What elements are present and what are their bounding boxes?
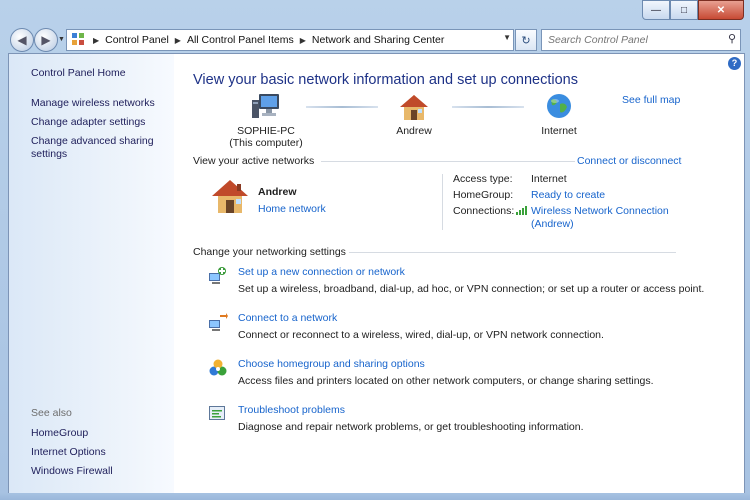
sidebar-manage-wireless[interactable]: Manage wireless networks bbox=[31, 97, 155, 110]
connect-to-network-link[interactable]: Connect to a network bbox=[238, 312, 337, 324]
sidebar-advanced-sharing[interactable]: Change advanced sharing settings bbox=[31, 135, 161, 161]
minimize-icon: — bbox=[651, 4, 661, 16]
minimize-button[interactable]: — bbox=[642, 0, 670, 20]
homegroup-ready-link[interactable]: Ready to create bbox=[531, 189, 605, 202]
content-area: Control Panel Home Manage wireless netwo… bbox=[8, 53, 745, 495]
back-arrow-icon: ◀ bbox=[17, 33, 27, 47]
main-panel: ? View your basic network information an… bbox=[174, 54, 744, 494]
address-dropdown-icon[interactable]: ▼ bbox=[503, 33, 511, 42]
control-panel-icon bbox=[71, 32, 85, 49]
troubleshoot-desc: Diagnose and repair network problems, or… bbox=[238, 421, 584, 433]
connect-to-network-desc: Connect or reconnect to a wireless, wire… bbox=[238, 329, 604, 341]
access-type-value: Internet bbox=[531, 173, 567, 185]
network-type-link[interactable]: Home network bbox=[258, 203, 326, 215]
window-bottom-border bbox=[0, 493, 750, 500]
breadcrumb-control-panel[interactable]: Control Panel bbox=[99, 34, 175, 46]
refresh-icon: ↻ bbox=[521, 34, 531, 47]
globe-icon bbox=[543, 92, 575, 122]
help-button[interactable]: ? bbox=[728, 57, 741, 70]
computer-subtitle: (This computer) bbox=[229, 137, 303, 149]
internet-label: Internet bbox=[541, 125, 577, 137]
network-name: Andrew bbox=[396, 125, 432, 137]
recent-pages-dropdown[interactable]: ▼ bbox=[58, 36, 65, 43]
access-type-label: Access type: bbox=[453, 173, 513, 185]
sidebar-change-adapter[interactable]: Change adapter settings bbox=[31, 116, 145, 129]
vertical-divider bbox=[442, 174, 443, 230]
back-button[interactable]: ◀ bbox=[10, 28, 34, 52]
see-full-map-link[interactable]: See full map bbox=[622, 94, 680, 106]
troubleshoot-link[interactable]: Troubleshoot problems bbox=[238, 404, 345, 416]
page-title: View your basic network information and … bbox=[193, 72, 579, 88]
sidebar-internet-options[interactable]: Internet Options bbox=[31, 446, 106, 459]
map-connector bbox=[452, 106, 524, 108]
sidebar-windows-firewall[interactable]: Windows Firewall bbox=[31, 465, 113, 478]
connection-name: Wireless Network Connection bbox=[531, 205, 669, 217]
sidebar: Control Panel Home Manage wireless netwo… bbox=[9, 54, 174, 494]
computer-icon bbox=[250, 92, 282, 122]
active-network-name: Andrew bbox=[258, 186, 297, 198]
connect-network-icon bbox=[208, 312, 228, 332]
breadcrumb-all-items[interactable]: All Control Panel Items bbox=[181, 34, 300, 46]
window-controls: — □ ✕ bbox=[642, 0, 744, 20]
refresh-button[interactable]: ↻ bbox=[515, 29, 537, 51]
sidebar-control-panel-home[interactable]: Control Panel Home bbox=[31, 67, 126, 80]
connection-ssid: (Andrew) bbox=[531, 217, 574, 230]
close-button[interactable]: ✕ bbox=[698, 0, 744, 20]
breadcrumb-network-sharing[interactable]: Network and Sharing Center bbox=[306, 34, 451, 46]
section-divider bbox=[321, 161, 575, 162]
sidebar-homegroup[interactable]: HomeGroup bbox=[31, 427, 88, 440]
map-node-network[interactable]: Andrew bbox=[374, 92, 454, 137]
forward-arrow-icon: ▶ bbox=[41, 33, 51, 47]
homegroup-icon bbox=[208, 358, 228, 378]
forward-button[interactable]: ▶ bbox=[34, 28, 58, 52]
homegroup-sharing-desc: Access files and printers located on oth… bbox=[238, 375, 654, 387]
window-frame: — □ ✕ ◀ ▶ ▼ ▶ Control Panel ▶ All Contro… bbox=[0, 0, 750, 500]
map-node-computer[interactable]: SOPHIE-PC (This computer) bbox=[226, 92, 306, 149]
maximize-button[interactable]: □ bbox=[670, 0, 698, 20]
address-bar[interactable]: ▶ Control Panel ▶ All Control Panel Item… bbox=[66, 29, 514, 51]
search-box: ⚲ bbox=[541, 29, 741, 51]
new-connection-icon bbox=[208, 266, 228, 286]
set-up-connection-desc: Set up a wireless, broadband, dial-up, a… bbox=[238, 283, 705, 295]
section-divider bbox=[349, 252, 676, 253]
connect-disconnect-link[interactable]: Connect or disconnect bbox=[577, 155, 681, 167]
wireless-connection-link[interactable]: Wireless Network Connection (Andrew) bbox=[531, 205, 669, 230]
see-also-label: See also bbox=[31, 407, 72, 419]
settings-heading: Change your networking settings bbox=[193, 246, 346, 258]
wireless-signal-icon bbox=[516, 205, 528, 218]
troubleshoot-icon bbox=[208, 404, 228, 424]
map-connector bbox=[306, 106, 378, 108]
help-icon: ? bbox=[731, 58, 738, 68]
homegroup-label: HomeGroup: bbox=[453, 189, 514, 201]
home-network-large-icon bbox=[210, 178, 250, 219]
active-networks-heading: View your active networks bbox=[193, 155, 315, 167]
set-up-connection-link[interactable]: Set up a new connection or network bbox=[238, 266, 405, 278]
close-icon: ✕ bbox=[716, 4, 726, 16]
search-icon[interactable]: ⚲ bbox=[728, 32, 736, 45]
search-input[interactable] bbox=[542, 33, 720, 47]
home-network-icon bbox=[398, 92, 430, 122]
title-bar: — □ ✕ bbox=[0, 0, 750, 26]
maximize-icon: □ bbox=[680, 4, 688, 16]
map-node-internet[interactable]: Internet bbox=[519, 92, 599, 137]
navigation-bar: ◀ ▶ ▼ ▶ Control Panel ▶ All Control Pane… bbox=[0, 26, 750, 52]
computer-name: SOPHIE-PC bbox=[237, 125, 295, 137]
homegroup-sharing-link[interactable]: Choose homegroup and sharing options bbox=[238, 358, 425, 370]
connections-label: Connections: bbox=[453, 205, 515, 217]
